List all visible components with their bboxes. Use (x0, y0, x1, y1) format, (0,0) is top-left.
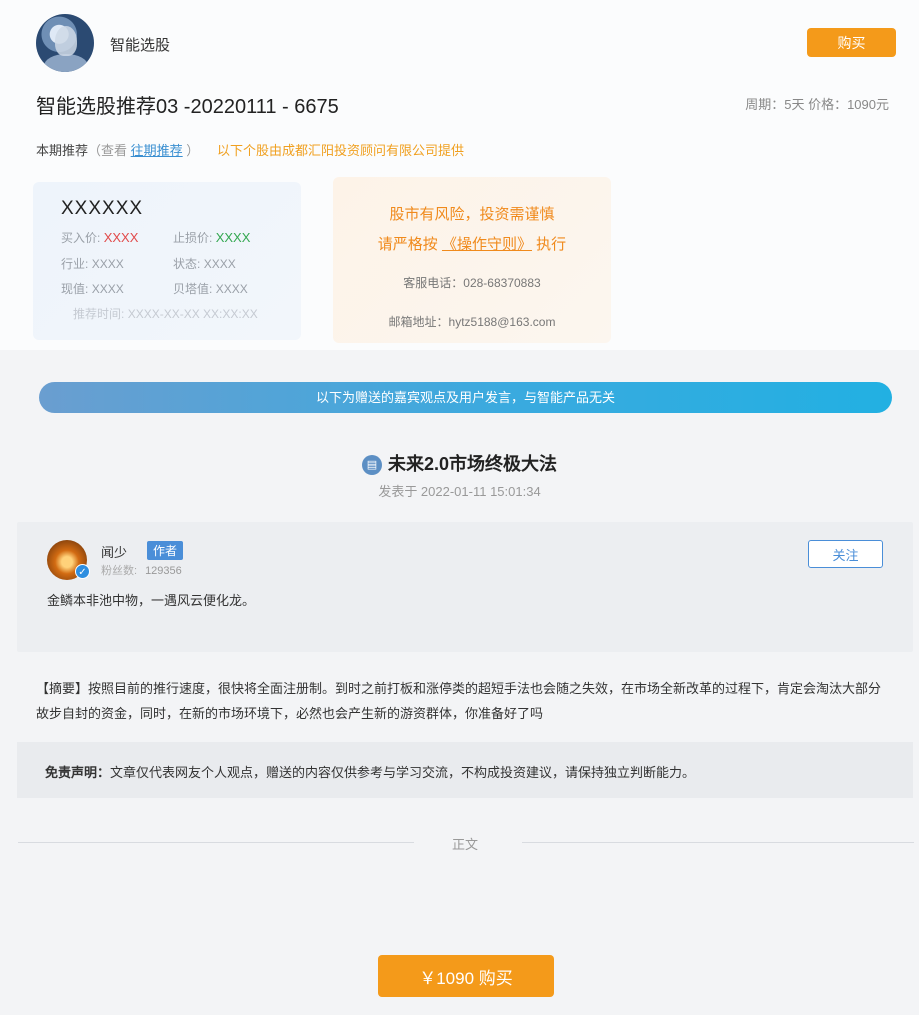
stop-loss-label: 止损价: (173, 231, 213, 245)
author-name[interactable]: 闻少 (101, 542, 127, 561)
follow-button[interactable]: 关注 (808, 540, 883, 568)
logo-head-icon (55, 26, 77, 56)
time-value: XXXX-XX-XX XX:XX:XX (127, 307, 258, 321)
industry-value: XXXX (91, 257, 124, 271)
period-price: 周期：5天 价格：1090元 (745, 97, 889, 112)
industry-label: 行业: (61, 257, 89, 271)
rules-link[interactable]: 《操作守则》 (442, 236, 532, 253)
beta-label: 贝塔值: (173, 282, 213, 296)
risk-warning: 股市有风险，投资需谨慎 (389, 206, 555, 223)
rules-pre: 请严格按 (377, 236, 438, 253)
status-label: 状态: (173, 257, 201, 271)
beta: 贝塔值: XXXX (173, 280, 248, 297)
stock-code: XXXXXX (61, 198, 144, 219)
fans-value: 129356 (145, 565, 182, 577)
notice-banner: 以下为赠送的嘉宾观点及用户发言，与智能产品无关 (39, 382, 892, 413)
risk-card: 股市有风险，投资需谨慎 请严格按 《操作守则》 执行 客服电话：028-6837… (333, 177, 611, 343)
divider-left (18, 842, 414, 843)
buy-bottom-button[interactable]: ￥1090 购买 (378, 955, 554, 997)
logo-figure-icon (44, 54, 88, 72)
article-summary: 【摘要】按照目前的推行速度，很快将全面注册制。到时之前打板和涨停类的超短手法也会… (36, 681, 882, 721)
stop-loss-value: XXXX (215, 230, 251, 245)
rules-line: 请严格按 《操作守则》 执行 (333, 233, 611, 254)
article-title-text: 未来2.0市场终极大法 (387, 454, 558, 474)
service-phone: 客服电话：028-68370883 (403, 276, 541, 290)
recommend-label: 本期推荐 (36, 143, 89, 158)
time-label: 推荐时间: (73, 307, 125, 321)
author-card: ✓ 闻少 作者 粉丝数: 129356 关注 金鳞本非池中物，一遇风云便化龙。 (17, 522, 913, 652)
app-name: 智能选股 (110, 37, 171, 54)
paren-open: （查看 (88, 143, 128, 158)
cap: 现值: XXXX (61, 280, 124, 297)
body-label: 正文 (452, 837, 479, 852)
buy-price-label: 买入价: (61, 231, 101, 245)
disclaimer-body: 文章仅代表网友个人观点，赠送的内容仅供参考与学习交流，不构成投资建议，请保持独立… (110, 765, 696, 780)
status: 状态: XXXX (173, 255, 236, 272)
author-bio: 金鳞本非池中物，一遇风云便化龙。 (47, 593, 256, 608)
buy-price-value: XXXX (103, 230, 139, 245)
recommend-line: 本期推荐（查看 往期推荐 ） 以下个股由成都汇阳投资顾问有限公司提供 (36, 140, 464, 159)
cap-value: XXXX (91, 282, 124, 296)
industry: 行业: XXXX (61, 255, 124, 272)
buy-price: 买入价: XXXX (61, 229, 138, 246)
stop-loss: 止损价: XXXX (173, 229, 250, 246)
past-recommend-link[interactable]: 往期推荐 (131, 143, 183, 158)
rules-post: 执行 (536, 236, 567, 253)
fans-count: 粉丝数: 129356 (101, 562, 182, 578)
author-badge: 作者 (147, 541, 184, 560)
app-logo (36, 14, 94, 72)
cap-label: 现值: (61, 282, 89, 296)
status-value: XXXX (203, 257, 236, 271)
disclaimer-label: 免责声明： (45, 765, 111, 780)
disclaimer-text: 免责声明：文章仅代表网友个人观点，赠送的内容仅供参考与学习交流，不构成投资建议，… (45, 762, 695, 781)
service-email: 邮箱地址：hytz5188@163.com (388, 315, 556, 329)
disclaimer-box: 免责声明：文章仅代表网友个人观点，赠送的内容仅供参考与学习交流，不构成投资建议，… (17, 742, 913, 798)
book-icon: ▤ (361, 455, 382, 475)
verified-icon: ✓ (75, 564, 90, 579)
paren-close: ） (186, 143, 200, 158)
buy-button[interactable]: 购买 (807, 28, 896, 57)
stock-card: XXXXXX 买入价: XXXX 止损价: XXXX 行业: XXXX 状态: … (33, 182, 301, 340)
recommend-time: 推荐时间: XXXX-XX-XX XX:XX:XX (73, 305, 258, 322)
divider-right (522, 842, 914, 843)
provider-text: 以下个股由成都汇阳投资顾问有限公司提供 (216, 143, 464, 158)
article-title: ▤ 未来2.0市场终极大法 (0, 450, 919, 476)
fans-label: 粉丝数: (101, 565, 138, 577)
beta-value: XXXX (215, 282, 248, 296)
product-title: 智能选股推荐03 -20220111 - 6675 (36, 96, 339, 118)
post-time: 发表于 2022-01-11 15:01:34 (378, 484, 541, 499)
